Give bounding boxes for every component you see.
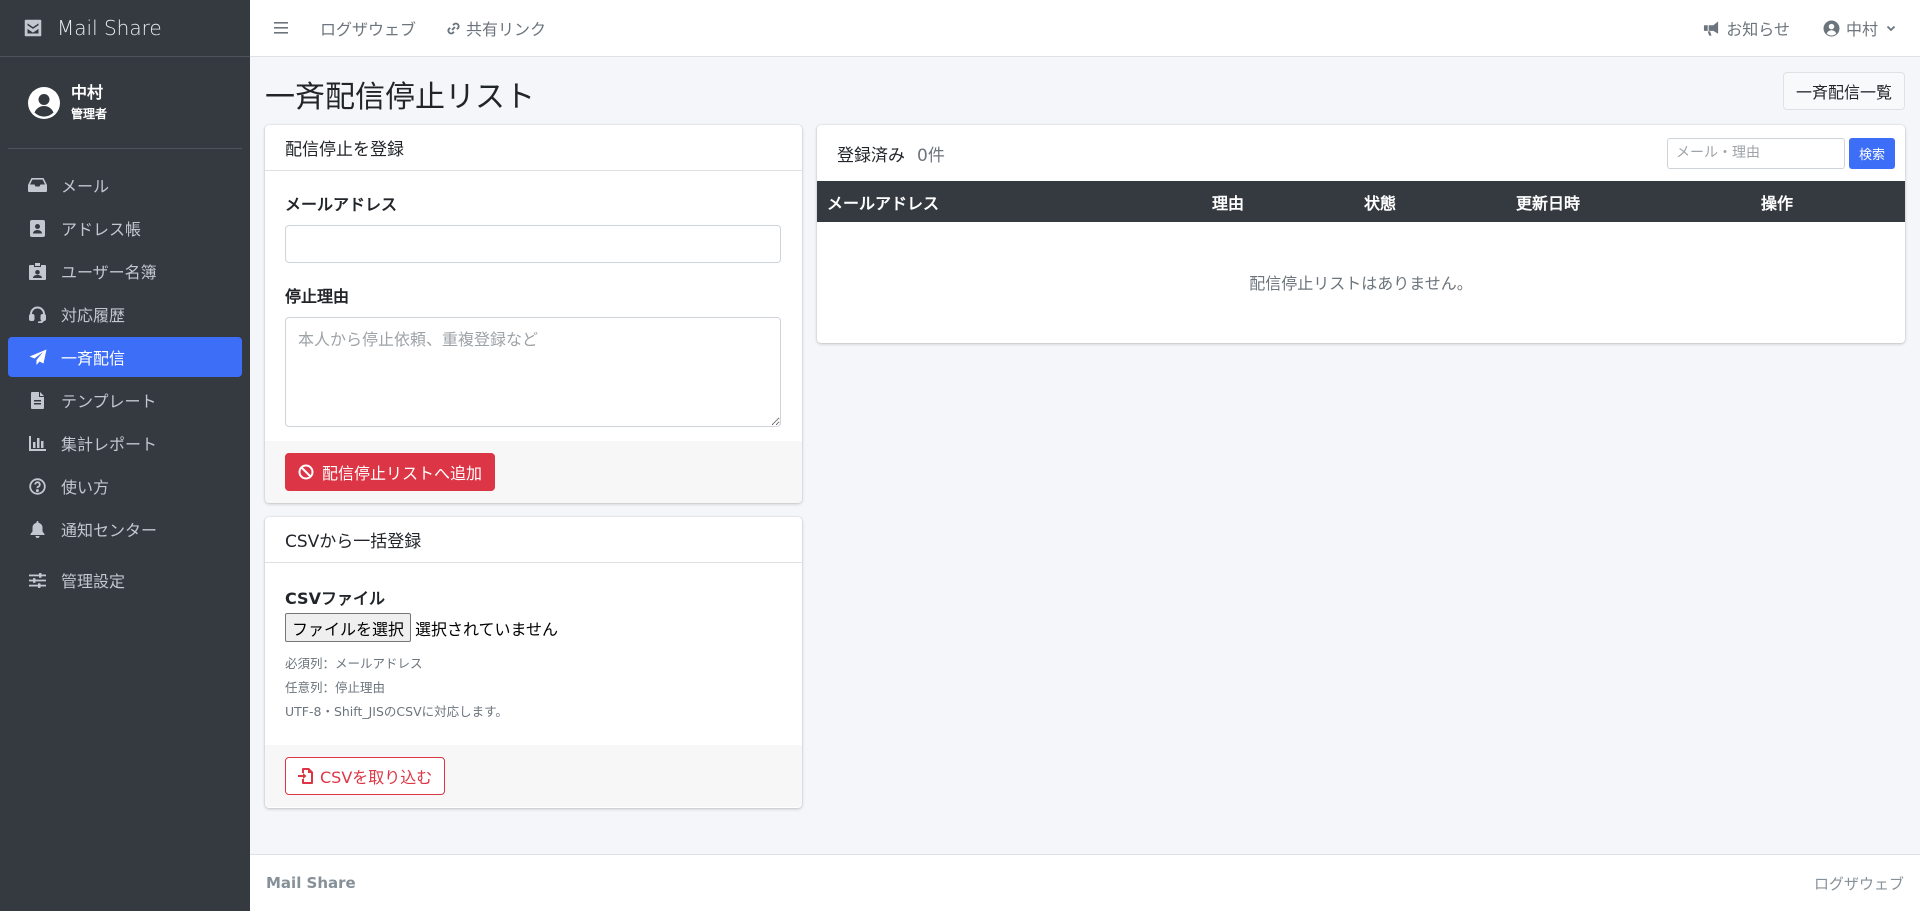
megaphone-icon <box>1704 20 1719 36</box>
chevron-down-icon <box>1886 25 1896 32</box>
top-link-label: ログザウェブ <box>320 20 417 39</box>
hamburger-menu-icon[interactable] <box>274 21 290 35</box>
footer-link[interactable]: ログザウェブ <box>1814 873 1904 894</box>
sidebar-item-label: 一斉配信 <box>61 349 126 368</box>
sidebar-item-mail[interactable]: メール <box>8 165 242 205</box>
user-panel[interactable]: 中村 管理者 <box>8 57 242 149</box>
sidebar-nav: メール アドレス帳 ユーザー名簿 対応履歴 一斉配信 テンプレート 集計レポート… <box>0 149 250 600</box>
sidebar-item-broadcast[interactable]: 一斉配信 <box>8 337 242 377</box>
csv-card-footer: CSVを取り込む <box>265 745 802 807</box>
column-header-email[interactable]: メールアドレス <box>817 181 1202 222</box>
main-content: 一斉配信停止リスト 一斉配信一覧 配信停止を登録 メールアドレス 停止理由 配信… <box>250 57 1920 854</box>
brand-link[interactable]: Mail Share <box>0 0 250 57</box>
add-to-stop-list-button[interactable]: 配信停止リストへ追加 <box>285 453 496 491</box>
sidebar-item-help[interactable]: 使い方 <box>8 466 242 506</box>
top-link-label: 共有リンク <box>466 20 547 39</box>
sliders-icon <box>28 571 47 590</box>
register-card: 配信停止を登録 メールアドレス 停止理由 配信停止リストへ追加 <box>265 125 802 503</box>
sidebar-item-label: 管理設定 <box>61 572 126 591</box>
bell-icon <box>28 520 47 539</box>
help-line-optional: 任意列：停止理由 <box>285 680 386 695</box>
sidebar-item-user-roster[interactable]: ユーザー名簿 <box>8 251 242 291</box>
paper-plane-icon <box>28 348 47 367</box>
reason-textarea[interactable] <box>285 317 781 427</box>
user-dropdown[interactable]: 中村 <box>1823 16 1896 40</box>
registered-list-card: 登録済み 0件 検索 メールアドレス 理由 状態 更新日時 操作 配信停止リスト… <box>817 125 1905 343</box>
sidebar: Mail Share 中村 管理者 メール アドレス帳 ユーザー名簿 対応履歴 … <box>0 0 250 911</box>
search-form: 検索 <box>1666 137 1895 169</box>
user-dropdown-label: 中村 <box>1845 20 1878 39</box>
table-row: 配信停止リストはありません。 <box>817 222 1905 342</box>
empty-message: 配信停止リストはありません。 <box>1249 274 1473 293</box>
notice-label: お知らせ <box>1726 20 1790 39</box>
sidebar-item-label: アドレス帳 <box>61 220 142 239</box>
user-circle-icon <box>1823 20 1840 36</box>
question-circle-icon <box>28 477 47 496</box>
column-header-reason[interactable]: 理由 <box>1202 181 1354 222</box>
choose-file-button[interactable]: ファイルを選択 <box>285 613 412 642</box>
sidebar-item-report[interactable]: 集計レポート <box>8 423 242 463</box>
sidebar-item-admin-settings[interactable]: 管理設定 <box>8 560 242 600</box>
sidebar-item-notifications[interactable]: 通知センター <box>8 509 242 549</box>
chart-bar-icon <box>28 434 47 453</box>
csv-card-header: CSVから一括登録 <box>265 517 802 563</box>
email-field[interactable] <box>285 225 781 263</box>
top-navbar: ログザウェブ 共有リンク お知らせ 中村 <box>250 0 1920 57</box>
user-role: 管理者 <box>71 106 108 121</box>
column-header-actions: 操作 <box>1751 181 1905 222</box>
sidebar-item-label: ユーザー名簿 <box>61 263 157 282</box>
page-footer: Mail Share ログザウェブ <box>250 854 1920 911</box>
inbox-icon <box>28 176 47 195</box>
csv-import-card: CSVから一括登録 CSVファイル ファイルを選択 選択されていません 必須列：… <box>265 517 802 808</box>
register-card-footer: 配信停止リストへ追加 <box>265 441 802 503</box>
sidebar-item-label: 通知センター <box>61 521 158 540</box>
import-csv-button[interactable]: CSVを取り込む <box>285 757 446 795</box>
headset-icon <box>28 305 47 324</box>
broadcast-list-button[interactable]: 一斉配信一覧 <box>1782 72 1905 110</box>
sidebar-item-label: 使い方 <box>61 478 110 497</box>
registered-title: 登録済み <box>837 145 905 166</box>
email-label: メールアドレス <box>285 195 398 214</box>
file-status-text: 選択されていません <box>415 619 559 639</box>
sidebar-item-label: テンプレート <box>61 392 157 411</box>
user-name: 中村 <box>71 82 104 102</box>
footer-brand: Mail Share <box>266 874 356 892</box>
page-title: 一斉配信停止リスト <box>265 80 535 115</box>
brand-name: Mail Share <box>57 16 162 40</box>
reason-label: 停止理由 <box>285 287 350 306</box>
csv-file-label: CSVファイル <box>285 589 385 608</box>
notice-link[interactable]: お知らせ <box>1703 16 1790 40</box>
sidebar-item-label: 対応履歴 <box>61 306 126 325</box>
add-to-stop-list-label: 配信停止リストへ追加 <box>322 464 483 483</box>
file-import-icon <box>298 768 313 784</box>
id-badge-icon <box>28 262 47 281</box>
address-book-icon <box>28 219 47 238</box>
registered-count: 0件 <box>917 145 945 166</box>
import-csv-label: CSVを取り込む <box>320 768 433 787</box>
column-header-updated[interactable]: 更新日時 <box>1506 181 1751 222</box>
help-line-required: 必須列：メールアドレス <box>285 656 423 671</box>
search-input[interactable] <box>1666 137 1845 169</box>
envelope-box-icon <box>24 19 42 37</box>
registered-list-header: 登録済み 0件 検索 <box>817 125 1905 181</box>
search-button[interactable]: 検索 <box>1848 137 1895 169</box>
ban-icon <box>298 464 314 480</box>
link-icon <box>447 22 460 34</box>
top-link-shared-links[interactable]: 共有リンク <box>446 16 546 40</box>
help-line-encoding: UTF-8・Shift_JISのCSVに対応します。 <box>285 704 508 719</box>
sidebar-item-template[interactable]: テンプレート <box>8 380 242 420</box>
column-header-status[interactable]: 状態 <box>1354 181 1506 222</box>
sidebar-item-label: 集計レポート <box>61 435 158 454</box>
csv-help-text: 必須列：メールアドレス 任意列：停止理由 UTF-8・Shift_JISのCSV… <box>285 652 782 724</box>
user-avatar-icon <box>28 86 60 119</box>
stop-list-table: メールアドレス 理由 状態 更新日時 操作 配信停止リストはありません。 <box>817 181 1905 342</box>
sidebar-item-address-book[interactable]: アドレス帳 <box>8 208 242 248</box>
sidebar-item-history[interactable]: 対応履歴 <box>8 294 242 334</box>
file-icon <box>28 391 47 410</box>
register-card-header: 配信停止を登録 <box>265 125 802 171</box>
top-link-logthewebsite[interactable]: ログザウェブ <box>320 16 416 40</box>
sidebar-item-label: メール <box>61 177 110 196</box>
